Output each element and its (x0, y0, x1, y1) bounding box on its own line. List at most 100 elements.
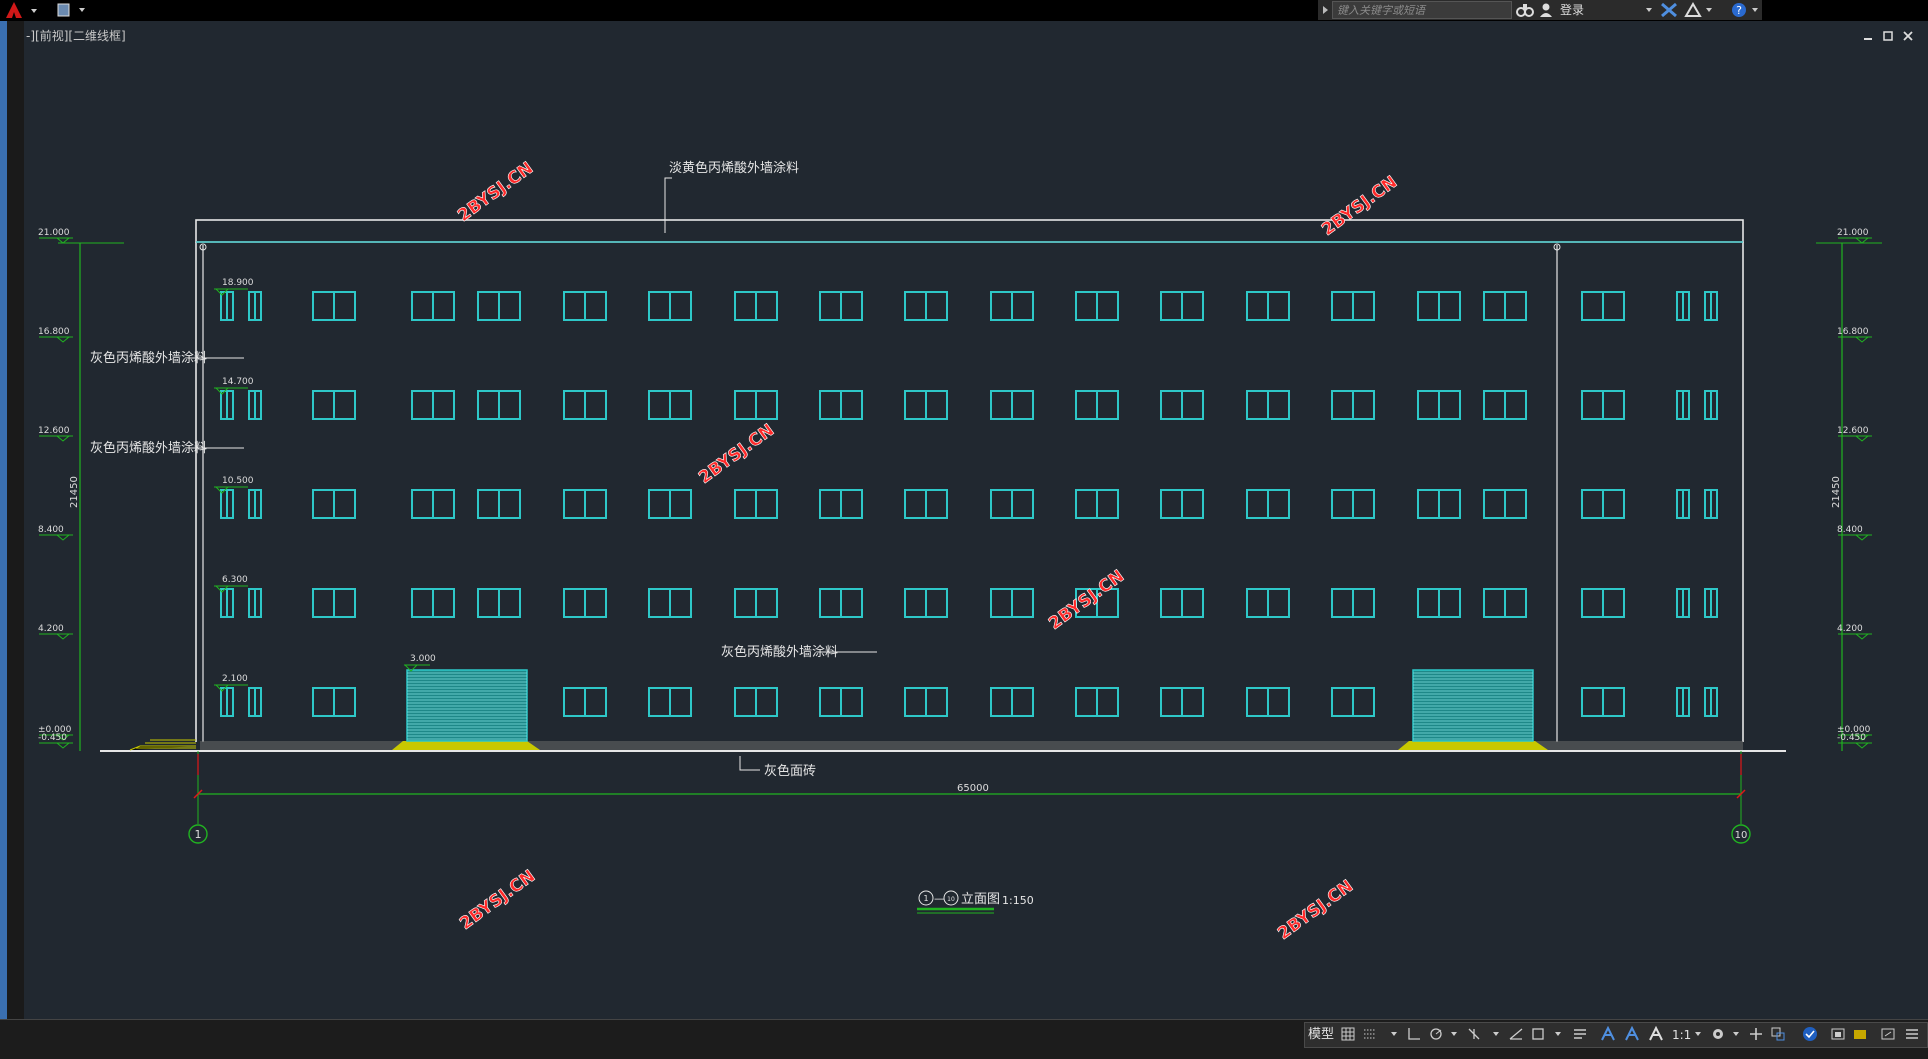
window-double (904, 291, 948, 321)
window-double (990, 687, 1034, 717)
window-double (734, 489, 778, 519)
watermark-text: 2BYSJ.CN (1045, 566, 1128, 634)
window-double (734, 687, 778, 717)
elevation-mark-right-text: 12.600 (1837, 426, 1869, 436)
ortho-icon[interactable] (1406, 1026, 1422, 1042)
window-double (1331, 489, 1375, 519)
polar-icon[interactable] (1428, 1026, 1444, 1042)
window-double (990, 291, 1034, 321)
note-wall-3: 灰色丙烯酸外墙涂料 (721, 644, 838, 660)
window-double (477, 588, 521, 618)
object-snap-icon[interactable] (1530, 1026, 1546, 1042)
window-double (1417, 489, 1461, 519)
elevation-mark-right-text: 4.200 (1837, 624, 1863, 634)
window-double (411, 291, 455, 321)
auto-scale-icon[interactable] (1624, 1026, 1640, 1042)
window-double (1075, 390, 1119, 420)
window-double (1581, 291, 1625, 321)
floor-elevation-text: 14.700 (222, 377, 254, 387)
watermark-text: 2BYSJ.CN (456, 866, 539, 934)
total-height-left: 21450 (69, 476, 80, 508)
clean-screen-icon[interactable] (1830, 1026, 1846, 1042)
window-double (1075, 489, 1119, 519)
window-double (1075, 687, 1119, 717)
isodraft-dropdown-icon[interactable] (1488, 1026, 1504, 1042)
window-double (477, 489, 521, 519)
note-wall-2: 灰色丙烯酸外墙涂料 (90, 440, 207, 456)
elevation-mark-right-text: 8.400 (1837, 525, 1863, 535)
window-double (1483, 588, 1527, 618)
drawing-title: 1 — 10 立面图 1:150 (917, 890, 1034, 914)
note-wall-1: 灰色丙烯酸外墙涂料 (90, 350, 207, 366)
lineweight-icon[interactable] (1572, 1026, 1588, 1042)
workspace-gear-icon[interactable] (1710, 1026, 1726, 1042)
window-double (648, 687, 692, 717)
fullscreen-icon[interactable] (1880, 1026, 1896, 1042)
add-icon[interactable] (1748, 1026, 1764, 1042)
annotation-visibility-icon[interactable] (1600, 1026, 1616, 1042)
title-dash: — (934, 892, 945, 905)
window-double (563, 291, 607, 321)
window-double (1417, 588, 1461, 618)
annotation-scale-value[interactable]: 1:1 (1672, 1024, 1691, 1046)
window-double (563, 489, 607, 519)
title-scale: 1:150 (1002, 894, 1034, 907)
polar-dropdown-icon[interactable] (1446, 1026, 1462, 1042)
elevation-mark-left: 8.400 (38, 525, 73, 541)
window-double (1483, 390, 1527, 420)
window-double (312, 588, 356, 618)
elevation-drawing: 21.00016.80012.6008.4004.200±0.000-0.450… (38, 158, 1882, 944)
isolate-objects-icon[interactable] (1770, 1026, 1786, 1042)
hardware-acceleration-icon[interactable] (1802, 1026, 1818, 1042)
snap-icon[interactable] (1362, 1026, 1378, 1042)
windows-group (220, 291, 1718, 717)
model-space-button[interactable]: 模型 (1308, 1024, 1334, 1046)
watermark-text: 2BYSJ.CN (1274, 876, 1357, 944)
elevation-mark-left-text: 8.400 (38, 525, 64, 535)
window-double (1581, 588, 1625, 618)
total-height-right: 21450 (1831, 476, 1842, 508)
annotation-scale-icon[interactable] (1648, 1026, 1664, 1042)
grid-icon[interactable] (1340, 1026, 1356, 1042)
snap-dropdown-icon[interactable] (1386, 1026, 1402, 1042)
annotation-monitor-icon[interactable] (1852, 1026, 1868, 1042)
window-double (1160, 687, 1204, 717)
object-snap-tracking-icon[interactable] (1508, 1026, 1524, 1042)
window-double (904, 390, 948, 420)
window-narrow (1676, 489, 1690, 519)
axis-end-label: 10 (1735, 830, 1748, 841)
window-narrow (220, 489, 234, 519)
window-double (563, 687, 607, 717)
watermark-text: 2BYSJ.CN (695, 420, 778, 488)
workspace-dropdown-icon[interactable] (1728, 1026, 1744, 1042)
window-double (312, 489, 356, 519)
window-double (1483, 291, 1527, 321)
window-narrow (1704, 390, 1718, 420)
window-narrow (220, 588, 234, 618)
window-double (1160, 390, 1204, 420)
object-snap-dropdown-icon[interactable] (1550, 1026, 1566, 1042)
window-narrow (220, 687, 234, 717)
elevation-mark-left-text: 16.800 (38, 327, 70, 337)
door-elevation-mark: 3.000 (403, 654, 436, 672)
window-narrow (248, 489, 262, 519)
window-double (819, 390, 863, 420)
title-name: 立面图 (961, 892, 1000, 907)
window-double (312, 390, 356, 420)
isodraft-icon[interactable] (1466, 1026, 1482, 1042)
window-double (819, 291, 863, 321)
total-width-dimension: 65000 (957, 783, 989, 794)
window-double (1581, 489, 1625, 519)
window-narrow (220, 390, 234, 420)
customization-menu-icon[interactable] (1904, 1026, 1920, 1042)
window-double (1246, 291, 1290, 321)
elevation-mark-right-text: 16.800 (1837, 327, 1869, 337)
parapet-outline (195, 219, 1744, 243)
window-double (1246, 390, 1290, 420)
elevation-mark-left-text: -0.450 (38, 733, 67, 743)
window-double (477, 291, 521, 321)
window-double (819, 588, 863, 618)
window-double (1417, 390, 1461, 420)
scale-dropdown-icon[interactable] (1690, 1026, 1706, 1042)
elevation-mark-left: 12.600 (38, 426, 73, 442)
